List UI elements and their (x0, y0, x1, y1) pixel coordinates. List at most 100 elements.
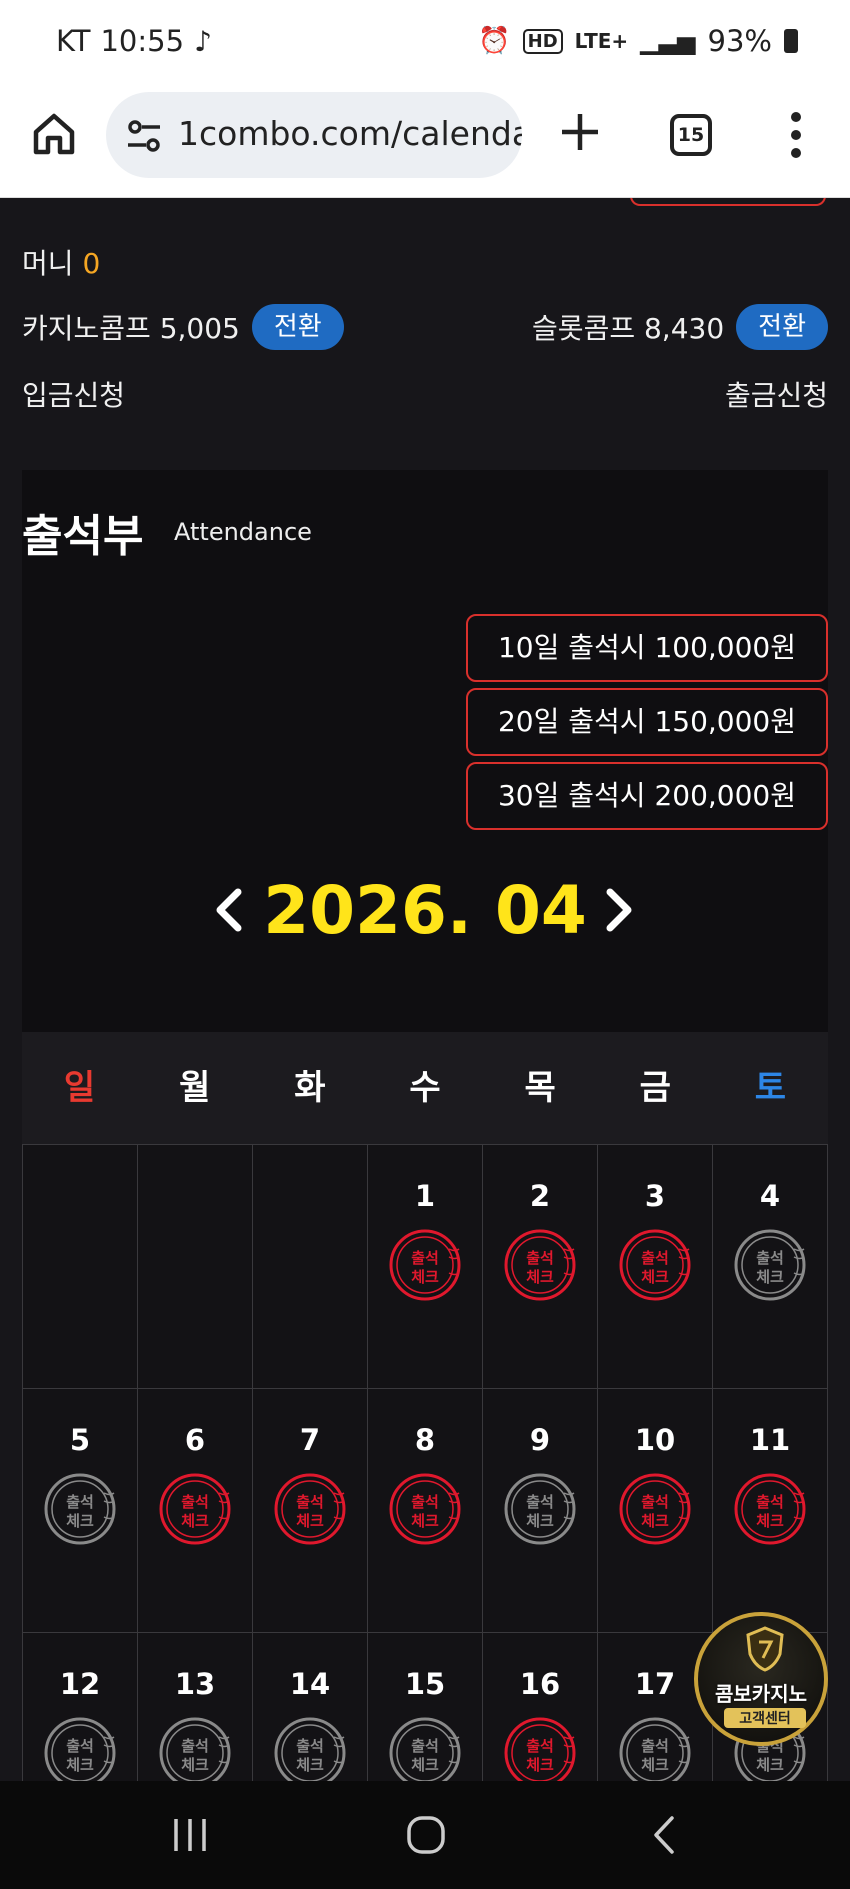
calendar-day-cell[interactable]: 11 출석 체크 (713, 1389, 828, 1633)
request-row: 입금신청 출금신청 (22, 374, 828, 414)
svg-text:체크: 체크 (66, 1512, 94, 1530)
carrier-label: KT (56, 24, 91, 58)
new-tab-icon[interactable] (556, 108, 604, 156)
network-type: LTE+ (574, 29, 629, 53)
attendance-checked-stamp: 출석 체크 (272, 1471, 348, 1547)
attendance-checked-stamp: 출석 체크 (157, 1471, 233, 1547)
attendance-checked-stamp: 출석 체크 (732, 1471, 808, 1547)
chevron-right-icon[interactable] (602, 886, 638, 934)
svg-text:출석: 출석 (181, 1493, 209, 1511)
attendance-panel: 출석부 Attendance 10일 출석시 100,000원 20일 출석시 … (22, 470, 828, 1032)
svg-text:출석: 출석 (411, 1249, 439, 1267)
attendance-checked-stamp: 출석 체크 (387, 1471, 463, 1547)
url-bar[interactable]: 1combo.com/calenda (106, 92, 522, 178)
day-number: 4 (759, 1179, 781, 1213)
svg-text:출석: 출석 (641, 1493, 669, 1511)
back-icon[interactable] (648, 1815, 678, 1855)
status-bar: KT 10:55 ♪ ⏰ HD LTE+ ▁▃▅ 93% (0, 0, 850, 86)
svg-text:출석: 출석 (526, 1493, 554, 1511)
calendar-day-cell[interactable]: 12 출석 체크 (23, 1633, 138, 1781)
recent-apps-icon[interactable] (170, 1817, 210, 1853)
bonus-20-day: 20일 출석시 150,000원 (466, 688, 828, 756)
home-nav-icon[interactable] (406, 1815, 446, 1855)
system-nav-bar (0, 1781, 850, 1889)
weekday-fri: 금 (639, 1068, 671, 1108)
day-number: 10 (634, 1423, 676, 1457)
day-number: 16 (519, 1667, 561, 1701)
svg-text:체크: 체크 (411, 1512, 439, 1530)
svg-text:출석: 출석 (296, 1493, 324, 1511)
attendance-checked-stamp: 출석 체크 (617, 1471, 693, 1547)
comp-row: 카지노콤프 5,005 전환 슬롯콤프 8,430 전환 (22, 304, 828, 350)
tab-switcher-button[interactable]: 15 (670, 114, 712, 156)
header-button-partial[interactable] (630, 198, 826, 206)
attendance-missed-stamp: 출석 체크 (502, 1471, 578, 1547)
calendar-day-cell[interactable]: 2 출석 체크 (483, 1145, 598, 1389)
svg-text:출석: 출석 (756, 1493, 784, 1511)
svg-text:체크: 체크 (296, 1756, 324, 1774)
svg-text:체크: 체크 (181, 1756, 209, 1774)
day-number: 13 (174, 1667, 216, 1701)
calendar-day-cell[interactable]: 17 출석 체크 (598, 1633, 713, 1781)
attendance-missed-stamp: 출석 체크 (387, 1715, 463, 1781)
svg-text:체크: 체크 (181, 1512, 209, 1530)
slot-comp: 슬롯콤프 8,430 (532, 312, 725, 345)
attendance-checked-stamp: 출석 체크 (502, 1227, 578, 1303)
casino-convert-button[interactable]: 전환 (251, 304, 344, 350)
weekday-thu: 목 (524, 1068, 556, 1108)
calendar-day-cell[interactable]: 9 출석 체크 (483, 1389, 598, 1633)
calendar-day-cell[interactable]: 15 출석 체크 (368, 1633, 483, 1781)
svg-text:체크: 체크 (66, 1756, 94, 1774)
svg-text:출석: 출석 (641, 1737, 669, 1755)
calendar-day-cell[interactable]: 13 출석 체크 (138, 1633, 253, 1781)
deposit-link[interactable]: 입금신청 (22, 379, 125, 412)
money-value: 0 (82, 247, 101, 280)
hd-icon: HD (522, 28, 563, 54)
calendar-day-cell[interactable]: 8 출석 체크 (368, 1389, 483, 1633)
site-settings-icon[interactable] (124, 116, 164, 156)
more-menu-icon[interactable] (786, 110, 806, 160)
casino-comp: 카지노콤프 5,005 (22, 312, 240, 345)
alarm-icon: ⏰ (478, 26, 511, 56)
attendance-checked-stamp: 출석 체크 (502, 1715, 578, 1781)
calendar-day-cell[interactable]: 5 출석 체크 (23, 1389, 138, 1633)
withdraw-link[interactable]: 출금신청 (725, 374, 828, 414)
weekday-header: 일 월 화 수 목 금 토 (22, 1032, 828, 1144)
calendar-day-cell[interactable]: 7 출석 체크 (253, 1389, 368, 1633)
bonus-30-day: 30일 출석시 200,000원 (466, 762, 828, 830)
attendance-checked-stamp: 출석 체크 (387, 1227, 463, 1303)
attendance-title: 출석부 (22, 511, 144, 562)
calendar-day-cell (253, 1145, 368, 1389)
chevron-left-icon[interactable] (210, 886, 246, 934)
svg-text:체크: 체크 (641, 1512, 669, 1530)
month-navigation: 2026. 04 (22, 866, 828, 956)
svg-text:출석: 출석 (641, 1249, 669, 1267)
day-number: 6 (184, 1423, 206, 1457)
svg-text:체크: 체크 (526, 1756, 554, 1774)
calendar-day-cell[interactable]: 16 출석 체크 (483, 1633, 598, 1781)
day-number: 1 (414, 1179, 436, 1213)
weekday-sun: 일 (63, 1068, 96, 1108)
calendar-day-cell[interactable]: 6 출석 체크 (138, 1389, 253, 1633)
calendar-day-cell[interactable]: 3 출석 체크 (598, 1145, 713, 1389)
slot-convert-button[interactable]: 전환 (736, 304, 828, 350)
day-number: 15 (404, 1667, 446, 1701)
home-icon[interactable] (30, 110, 78, 158)
bonus-10-day: 10일 출석시 100,000원 (466, 614, 828, 682)
browser-toolbar: 1combo.com/calenda 15 (0, 86, 850, 198)
signal-icon: ▁▃▅ (640, 27, 696, 55)
svg-text:출석: 출석 (181, 1737, 209, 1755)
calendar-day-cell[interactable]: 4 출석 체크 (713, 1145, 828, 1389)
shield-icon (746, 1626, 784, 1672)
svg-text:출석: 출석 (526, 1249, 554, 1267)
calendar-day-cell[interactable]: 14 출석 체크 (253, 1633, 368, 1781)
calendar-day-cell[interactable]: 1 출석 체크 (368, 1145, 483, 1389)
attendance-checked-stamp: 출석 체크 (617, 1227, 693, 1303)
customer-service-button[interactable]: 콤보카지노 고객센터 (694, 1612, 828, 1746)
battery-icon (784, 29, 798, 53)
calendar-day-cell[interactable]: 10 출석 체크 (598, 1389, 713, 1633)
clock: 10:55 (100, 24, 185, 58)
svg-text:체크: 체크 (526, 1268, 554, 1286)
url-text[interactable]: 1combo.com/calenda (178, 114, 522, 153)
svg-text:체크: 체크 (756, 1512, 784, 1530)
